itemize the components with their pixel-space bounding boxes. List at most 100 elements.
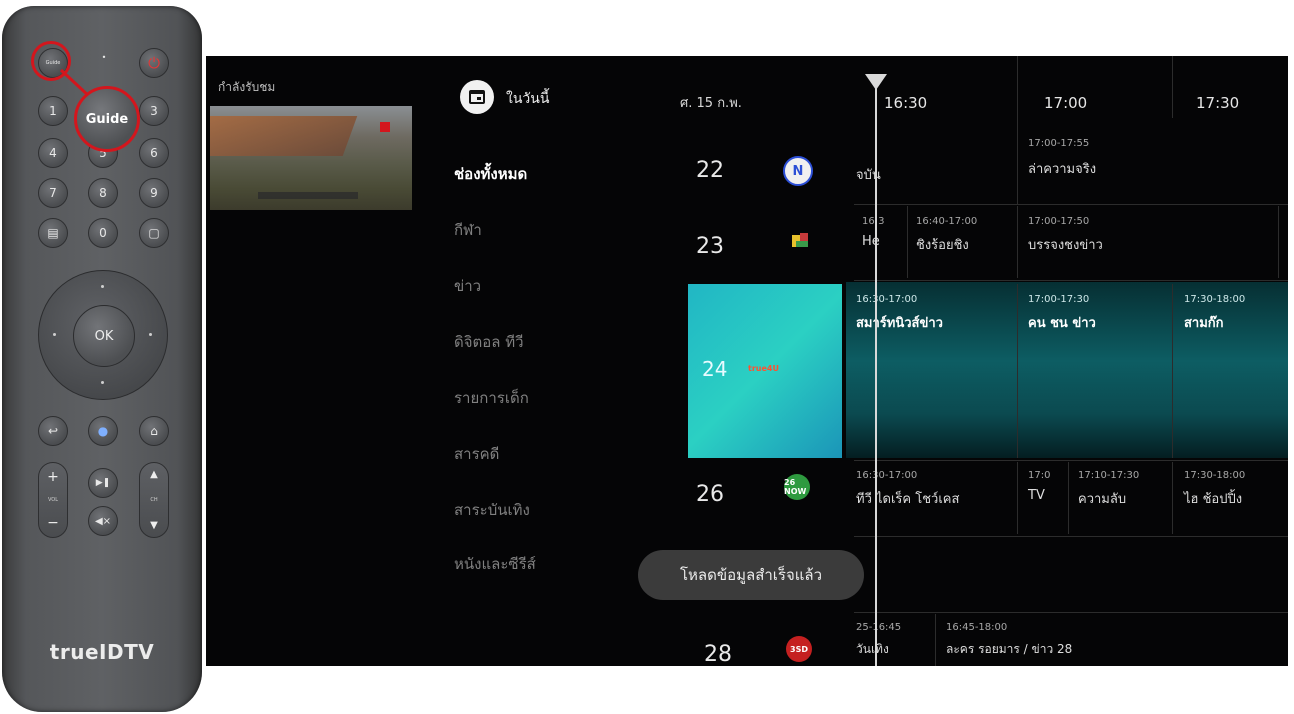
program-time: 25-16:45: [856, 622, 902, 633]
category-kids[interactable]: รายการเด็ก: [454, 386, 529, 410]
channel-number[interactable]: 22: [696, 158, 724, 183]
program-title[interactable]: ละคร รอยมาร / ข่าว 28: [946, 640, 1072, 659]
key-0[interactable]: 0: [88, 218, 118, 248]
category-documentary[interactable]: สารคดี: [454, 442, 499, 466]
program-title[interactable]: จบัน: [856, 164, 881, 185]
program-title[interactable]: TV: [1028, 488, 1045, 503]
dpad-down-dot: [101, 381, 104, 384]
cell-divider: [1017, 284, 1018, 458]
guide-button-magnified: Guide: [74, 86, 140, 152]
channel-logo-text: N: [792, 163, 804, 179]
dpad-right-dot: [149, 333, 152, 336]
menu-button[interactable]: ▤: [38, 218, 68, 248]
today-button[interactable]: [460, 80, 494, 114]
remote-control: Guide • ⏻ 1 3 4 5 6 7 8 9 ▤ 0 ▢ OK ↩ ● ⌂…: [2, 6, 202, 712]
program-time: 16:30-17:00: [856, 294, 918, 305]
key-4-label: 4: [49, 146, 57, 160]
today-label: ในวันนี้: [506, 91, 550, 107]
program-title[interactable]: ไฮ ช้อปปิ้ง: [1184, 488, 1242, 509]
program-title[interactable]: ทีวี ไดเร็ค โชว์เคส: [856, 488, 959, 509]
calendar-icon: [469, 90, 485, 104]
voice-button[interactable]: ●: [88, 416, 118, 446]
live-tv-button[interactable]: ▢: [139, 218, 169, 248]
key-6[interactable]: 6: [139, 138, 169, 168]
program-title[interactable]: บรรจงชงข่าว: [1028, 234, 1103, 255]
channel-logo: true4U: [748, 364, 779, 373]
category-infotainment[interactable]: สาระบันเทิง: [454, 498, 530, 522]
menu-icon: ▤: [47, 226, 59, 240]
program-title[interactable]: คน ชน ข่าว: [1028, 312, 1096, 333]
plus-icon: +: [47, 469, 59, 485]
channel-number[interactable]: 23: [696, 234, 724, 259]
channel-number[interactable]: 28: [704, 642, 732, 666]
ok-button[interactable]: OK: [73, 305, 135, 367]
focused-channel-card[interactable]: 24 true4U: [688, 284, 842, 458]
key-7[interactable]: 7: [38, 178, 68, 208]
key-9-label: 9: [150, 186, 158, 200]
time-slot-1700: 17:00: [1044, 94, 1088, 112]
program-title[interactable]: ชิงร้อยชิง: [916, 234, 969, 255]
current-time-marker: [865, 74, 887, 90]
cell-divider: [1017, 206, 1018, 278]
key-1-label: 1: [49, 104, 57, 118]
key-8[interactable]: 8: [88, 178, 118, 208]
channel-rocker[interactable]: ▲ CH ▼: [139, 462, 169, 538]
power-button[interactable]: ⏻: [139, 48, 169, 78]
program-time: 17:30-18:00: [1184, 294, 1246, 305]
mute-button[interactable]: ◀×: [88, 506, 118, 536]
play-pause-icon: ▶❚: [95, 478, 111, 488]
program-title[interactable]: ความลับ: [1078, 488, 1126, 509]
key-4[interactable]: 4: [38, 138, 68, 168]
channel-number[interactable]: 26: [696, 482, 724, 507]
category-news[interactable]: ข่าว: [454, 274, 481, 298]
row-divider: [854, 204, 1288, 205]
program-time: 17:30-18:00: [1184, 470, 1246, 481]
down-arrow-icon: ▼: [150, 520, 158, 531]
dpad[interactable]: OK: [38, 270, 168, 400]
home-button[interactable]: ⌂: [139, 416, 169, 446]
mic-icon: ●: [97, 424, 109, 438]
category-digital-tv[interactable]: ดิจิตอล ทีวี: [454, 330, 524, 354]
key-9[interactable]: 9: [139, 178, 169, 208]
row-divider: [854, 280, 1288, 281]
cell-divider: [935, 614, 936, 666]
key-0-label: 0: [99, 226, 107, 240]
row-divider: [854, 612, 1288, 613]
category-sports[interactable]: กีฬา: [454, 218, 482, 242]
time-slot-1630: 16:30: [884, 94, 928, 112]
cell-divider: [1172, 284, 1173, 458]
program-title[interactable]: ล่าความจริง: [1028, 158, 1096, 179]
power-icon: ⏻: [148, 54, 160, 72]
current-time-line: [875, 82, 877, 666]
live-preview[interactable]: [210, 106, 412, 210]
guide-big-label: Guide: [85, 111, 129, 127]
program-time: 17:00-17:55: [1028, 138, 1090, 149]
program-time: 17:0: [1028, 470, 1051, 481]
program-title[interactable]: He: [862, 234, 880, 249]
date-header: ศ. 15 ก.พ.: [680, 96, 742, 111]
time-slot-1730: 17:30: [1196, 94, 1240, 112]
channel-number: 24: [702, 357, 728, 381]
key-3[interactable]: 3: [139, 96, 169, 126]
category-all[interactable]: ช่องทั้งหมด: [454, 162, 527, 186]
channel-logo-text: 26 NOW: [784, 478, 807, 496]
key-1[interactable]: 1: [38, 96, 68, 126]
ch-label: CH: [150, 497, 158, 503]
channel-logo: 26 NOW: [784, 474, 810, 500]
key-3-label: 3: [150, 104, 158, 118]
cell-divider: [1172, 462, 1173, 534]
toast-notification: โหลดข้อมูลสำเร็จแล้ว: [638, 550, 864, 600]
play-pause-button[interactable]: ▶❚: [88, 468, 118, 498]
cell-divider: [907, 206, 908, 278]
program-title[interactable]: สามก๊ก: [1184, 312, 1224, 333]
volume-rocker[interactable]: + VOL −: [38, 462, 68, 538]
back-button[interactable]: ↩: [38, 416, 68, 446]
ok-label: OK: [94, 328, 114, 344]
focused-row-band: [846, 282, 1288, 458]
program-title[interactable]: วันเทิง: [856, 640, 889, 659]
home-icon: ⌂: [150, 424, 158, 438]
cell-divider: [1017, 56, 1018, 204]
preview-caption: [258, 192, 358, 199]
program-title[interactable]: สมาร์ทนิวส์ข่าว: [856, 312, 943, 333]
category-movies-series[interactable]: หนังและซีรีส์: [454, 552, 536, 576]
